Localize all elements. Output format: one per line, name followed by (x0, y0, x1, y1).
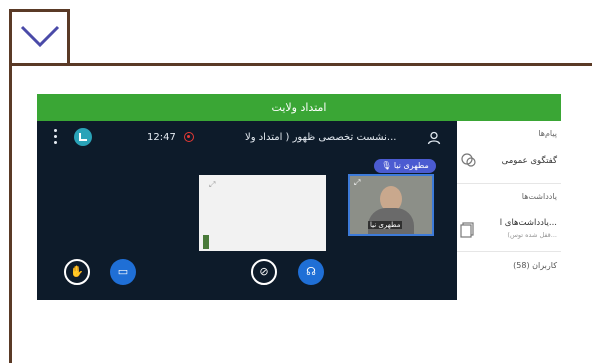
active-speaker-badge: 🎙 مطهری نیا (374, 159, 436, 173)
collapse-toggle[interactable] (9, 9, 70, 66)
session-title: نشست تخصصی ظهور ( امتداد ولا... (245, 132, 397, 143)
headphones-icon: ☊ (306, 265, 316, 278)
users-heading: کاربران (58) (513, 261, 557, 270)
session-timer: 12:47 (147, 132, 176, 143)
notes-icon (460, 222, 476, 238)
camera-off-icon: ⊘ (259, 265, 269, 278)
expand-icon[interactable]: ⤢ (209, 180, 215, 190)
user-icon[interactable] (427, 131, 441, 145)
shared-notes-item[interactable]: یادداشت‌های ا... (500, 218, 557, 228)
active-speaker-name: مطهری نیا (393, 161, 429, 170)
side-panel: پیام‌ها گفتگوی عمومی یادداشت‌ها یادداشت‌… (457, 121, 561, 300)
presentation-image (203, 235, 209, 249)
app-logo-icon (74, 128, 92, 146)
record-icon[interactable] (184, 132, 194, 142)
webcam-tile[interactable]: ⤢ مطهری نیا (348, 174, 434, 236)
screen-share-button[interactable]: ▭ (110, 259, 136, 285)
raise-hand-icon: ✋ (70, 265, 84, 278)
webcam-name-label: مطهری نیا (368, 221, 403, 229)
mic-icon: 🎙 (381, 161, 392, 170)
meeting-main-area: 12:47 نشست تخصصی ظهور ( امتداد ولا... ⤢ … (37, 121, 457, 300)
divider (457, 251, 561, 252)
notes-heading: یادداشت‌ها (521, 192, 557, 201)
raise-hand-button[interactable]: ✋ (64, 259, 90, 285)
meeting-header: امتداد ولایت (37, 94, 561, 121)
messages-heading: پیام‌ها (538, 129, 557, 138)
audio-button[interactable]: ☊ (298, 259, 324, 285)
shared-presentation[interactable]: ⤢ (199, 175, 326, 251)
chat-icon (460, 152, 476, 168)
fullscreen-icon[interactable]: ⤢ (354, 178, 360, 188)
public-chat-item[interactable]: گفتگوی عمومی (502, 156, 557, 166)
chevron-down-icon (20, 25, 60, 48)
shared-notes-status: (قفل شده توس... (507, 231, 557, 239)
divider (457, 183, 561, 184)
meeting-screenshot: امتداد ولایت 12:47 نشست تخصصی ظهور ( امت… (37, 94, 561, 300)
camera-button[interactable]: ⊘ (251, 259, 277, 285)
screen-share-icon: ▭ (117, 265, 129, 278)
kebab-menu-icon[interactable] (54, 129, 57, 145)
